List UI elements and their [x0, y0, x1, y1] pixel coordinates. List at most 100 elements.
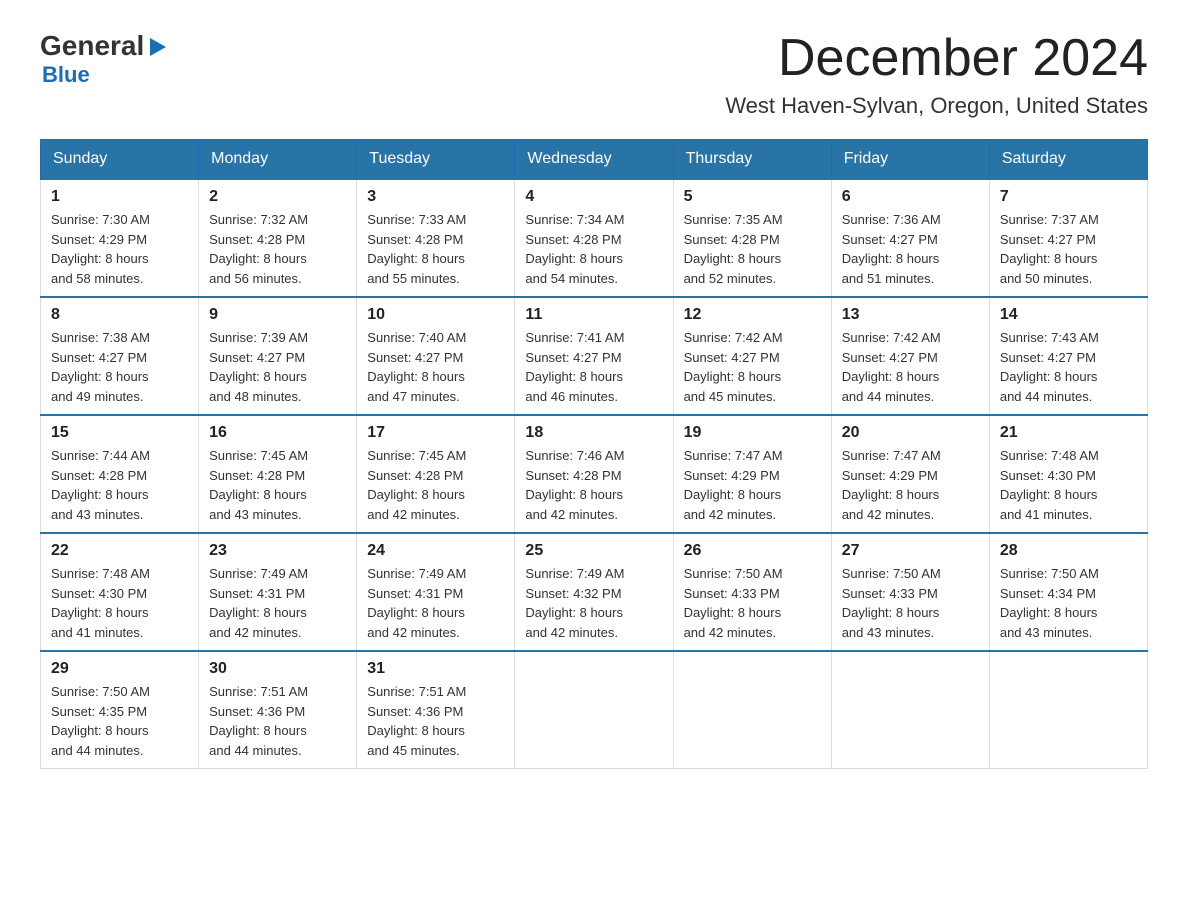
day-info: Sunrise: 7:50 AMSunset: 4:35 PMDaylight:… [51, 682, 188, 760]
day-cell-30: 30Sunrise: 7:51 AMSunset: 4:36 PMDayligh… [199, 651, 357, 769]
week-row-3: 15 Sunrise: 7:44 AMSunset: 4:28 PMDayligh… [41, 415, 1148, 533]
day-number: 12 [684, 306, 821, 324]
day-info: Sunrise: 7:50 AMSunset: 4:33 PMDaylight:… [842, 564, 979, 642]
day-info: Sunrise: 7:42 AMSunset: 4:27 PMDaylight:… [684, 328, 821, 406]
day-number: 16 [209, 424, 346, 442]
day-cell-14: 14Sunrise: 7:43 AMSunset: 4:27 PMDayligh… [989, 297, 1147, 415]
title-area: December 2024 West Haven-Sylvan, Oregon,… [725, 30, 1148, 119]
day-cell-29: 29 Sunrise: 7:50 AMSunset: 4:35 PMDayligh… [41, 651, 199, 769]
calendar-table: SundayMondayTuesdayWednesdayThursdayFrid… [40, 139, 1148, 769]
week-row-4: 22Sunrise: 7:48 AMSunset: 4:30 PMDayligh… [41, 533, 1148, 651]
day-info: Sunrise: 7:34 AMSunset: 4:28 PMDaylight:… [525, 210, 662, 288]
day-number: 15 [51, 424, 188, 442]
day-info: Sunrise: 7:47 AMSunset: 4:29 PMDaylight:… [684, 446, 821, 524]
day-cell-2: 2 Sunrise: 7:32 AMSunset: 4:28 PMDaylight… [199, 179, 357, 297]
day-number: 8 [51, 306, 188, 324]
day-info: Sunrise: 7:49 AMSunset: 4:31 PMDaylight:… [209, 564, 346, 642]
day-cell-24: 24Sunrise: 7:49 AMSunset: 4:31 PMDayligh… [357, 533, 515, 651]
day-info: Sunrise: 7:51 AMSunset: 4:36 PMDaylight:… [209, 682, 346, 760]
day-number: 5 [684, 188, 821, 206]
day-info: Sunrise: 7:30 AMSunset: 4:29 PMDaylight:… [51, 210, 188, 288]
day-cell-20: 20 Sunrise: 7:47 AMSunset: 4:29 PMDayligh… [831, 415, 989, 533]
day-number: 14 [1000, 306, 1137, 324]
day-number: 17 [367, 424, 504, 442]
days-header-row: SundayMondayTuesdayWednesdayThursdayFrid… [41, 140, 1148, 180]
empty-cell [831, 651, 989, 769]
day-header-monday: Monday [199, 140, 357, 180]
empty-cell [515, 651, 673, 769]
calendar-title: December 2024 [725, 30, 1148, 87]
day-number: 19 [684, 424, 821, 442]
day-info: Sunrise: 7:45 AMSunset: 4:28 PMDaylight:… [209, 446, 346, 524]
empty-cell [989, 651, 1147, 769]
day-number: 9 [209, 306, 346, 324]
day-info: Sunrise: 7:47 AMSunset: 4:29 PMDaylight:… [842, 446, 979, 524]
day-number: 1 [51, 188, 188, 206]
day-number: 10 [367, 306, 504, 324]
day-number: 29 [51, 660, 188, 678]
day-cell-22: 22Sunrise: 7:48 AMSunset: 4:30 PMDayligh… [41, 533, 199, 651]
day-cell-31: 31 Sunrise: 7:51 AMSunset: 4:36 PMDayligh… [357, 651, 515, 769]
day-header-saturday: Saturday [989, 140, 1147, 180]
day-info: Sunrise: 7:40 AMSunset: 4:27 PMDaylight:… [367, 328, 504, 406]
week-row-1: 1 Sunrise: 7:30 AMSunset: 4:29 PMDaylight… [41, 179, 1148, 297]
day-number: 21 [1000, 424, 1137, 442]
day-cell-26: 26 Sunrise: 7:50 AMSunset: 4:33 PMDayligh… [673, 533, 831, 651]
day-number: 13 [842, 306, 979, 324]
day-cell-28: 28 Sunrise: 7:50 AMSunset: 4:34 PMDayligh… [989, 533, 1147, 651]
day-info: Sunrise: 7:45 AMSunset: 4:28 PMDaylight:… [367, 446, 504, 524]
day-cell-13: 13 Sunrise: 7:42 AMSunset: 4:27 PMDayligh… [831, 297, 989, 415]
day-cell-11: 11 Sunrise: 7:41 AMSunset: 4:27 PMDayligh… [515, 297, 673, 415]
day-cell-3: 3Sunrise: 7:33 AMSunset: 4:28 PMDaylight… [357, 179, 515, 297]
day-cell-15: 15 Sunrise: 7:44 AMSunset: 4:28 PMDayligh… [41, 415, 199, 533]
day-info: Sunrise: 7:49 AMSunset: 4:32 PMDaylight:… [525, 564, 662, 642]
day-info: Sunrise: 7:50 AMSunset: 4:33 PMDaylight:… [684, 564, 821, 642]
day-header-tuesday: Tuesday [357, 140, 515, 180]
day-number: 27 [842, 542, 979, 560]
day-number: 24 [367, 542, 504, 560]
day-header-wednesday: Wednesday [515, 140, 673, 180]
day-info: Sunrise: 7:50 AMSunset: 4:34 PMDaylight:… [1000, 564, 1137, 642]
day-number: 26 [684, 542, 821, 560]
day-cell-9: 9 Sunrise: 7:39 AMSunset: 4:27 PMDaylight… [199, 297, 357, 415]
day-cell-21: 21 Sunrise: 7:48 AMSunset: 4:30 PMDayligh… [989, 415, 1147, 533]
day-number: 20 [842, 424, 979, 442]
day-cell-17: 17 Sunrise: 7:45 AMSunset: 4:28 PMDayligh… [357, 415, 515, 533]
location-subtitle: West Haven-Sylvan, Oregon, United States [725, 93, 1148, 119]
day-cell-16: 16 Sunrise: 7:45 AMSunset: 4:28 PMDayligh… [199, 415, 357, 533]
empty-cell [673, 651, 831, 769]
day-cell-4: 4 Sunrise: 7:34 AMSunset: 4:28 PMDaylight… [515, 179, 673, 297]
day-number: 4 [525, 188, 662, 206]
day-cell-23: 23 Sunrise: 7:49 AMSunset: 4:31 PMDayligh… [199, 533, 357, 651]
day-info: Sunrise: 7:42 AMSunset: 4:27 PMDaylight:… [842, 328, 979, 406]
logo-blue-text: Blue [42, 62, 90, 87]
day-number: 18 [525, 424, 662, 442]
day-number: 6 [842, 188, 979, 206]
day-info: Sunrise: 7:44 AMSunset: 4:28 PMDaylight:… [51, 446, 188, 524]
day-info: Sunrise: 7:39 AMSunset: 4:27 PMDaylight:… [209, 328, 346, 406]
day-header-thursday: Thursday [673, 140, 831, 180]
day-info: Sunrise: 7:32 AMSunset: 4:28 PMDaylight:… [209, 210, 346, 288]
day-number: 31 [367, 660, 504, 678]
day-number: 7 [1000, 188, 1137, 206]
day-info: Sunrise: 7:48 AMSunset: 4:30 PMDaylight:… [1000, 446, 1137, 524]
day-number: 22 [51, 542, 188, 560]
week-row-2: 8Sunrise: 7:38 AMSunset: 4:27 PMDaylight… [41, 297, 1148, 415]
day-number: 2 [209, 188, 346, 206]
day-info: Sunrise: 7:51 AMSunset: 4:36 PMDaylight:… [367, 682, 504, 760]
day-info: Sunrise: 7:37 AMSunset: 4:27 PMDaylight:… [1000, 210, 1137, 288]
day-number: 25 [525, 542, 662, 560]
day-info: Sunrise: 7:41 AMSunset: 4:27 PMDaylight:… [525, 328, 662, 406]
logo: General Blue [40, 30, 168, 88]
day-header-friday: Friday [831, 140, 989, 180]
day-number: 28 [1000, 542, 1137, 560]
day-cell-19: 19 Sunrise: 7:47 AMSunset: 4:29 PMDayligh… [673, 415, 831, 533]
page-header: General Blue December 2024 West Haven-Sy… [40, 30, 1148, 119]
day-cell-5: 5 Sunrise: 7:35 AMSunset: 4:28 PMDaylight… [673, 179, 831, 297]
day-number: 11 [525, 306, 662, 324]
day-info: Sunrise: 7:35 AMSunset: 4:28 PMDaylight:… [684, 210, 821, 288]
day-cell-10: 10 Sunrise: 7:40 AMSunset: 4:27 PMDayligh… [357, 297, 515, 415]
day-number: 23 [209, 542, 346, 560]
day-info: Sunrise: 7:46 AMSunset: 4:28 PMDaylight:… [525, 446, 662, 524]
day-header-sunday: Sunday [41, 140, 199, 180]
